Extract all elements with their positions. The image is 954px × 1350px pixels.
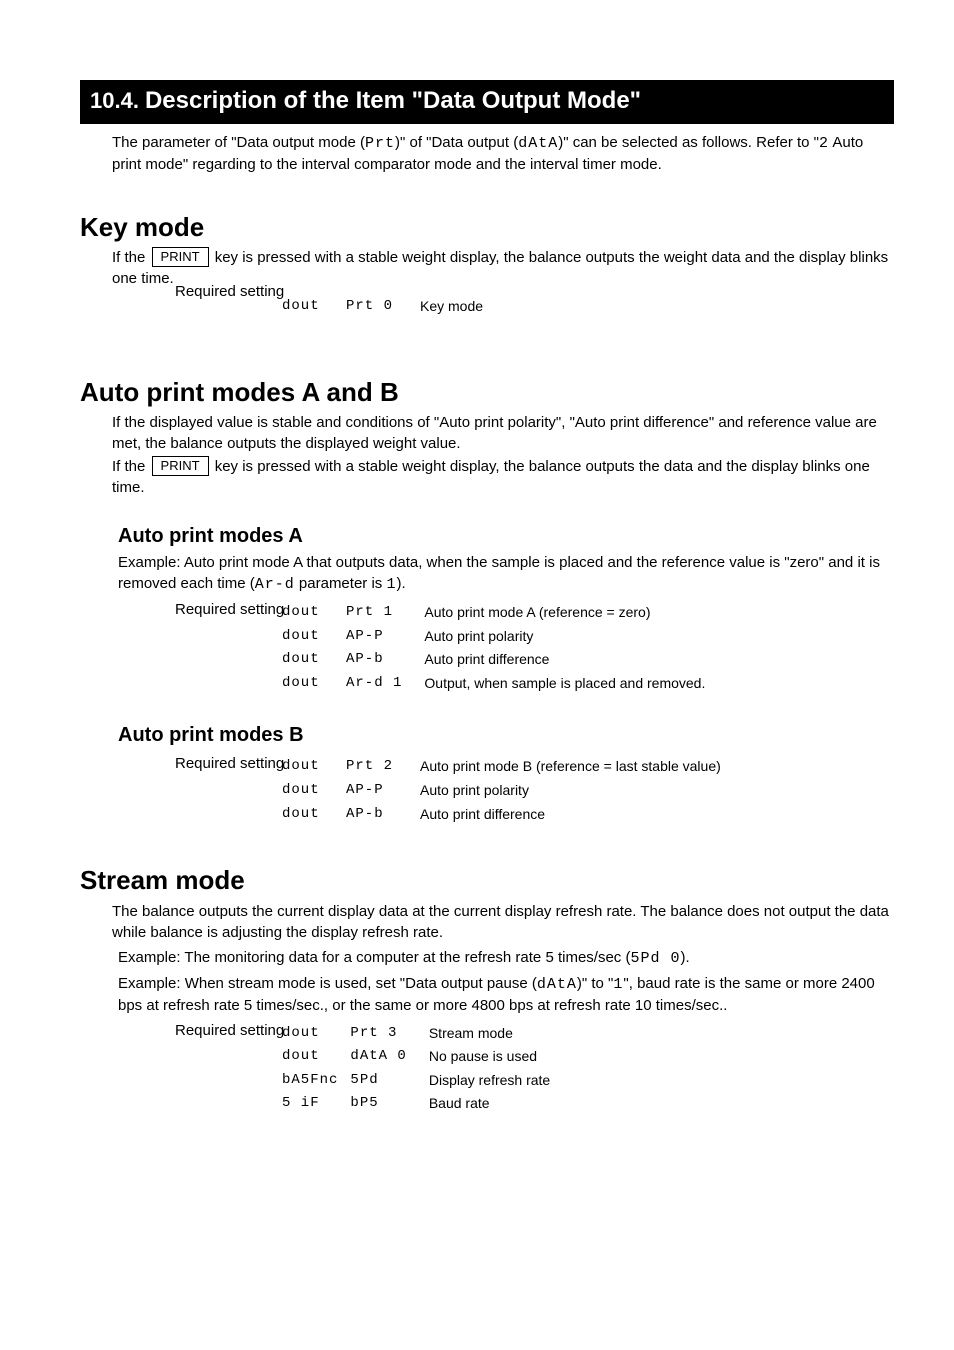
setting-desc: Auto print polarity: [414, 627, 715, 649]
table-row: doutPrt 2Auto print mode B (reference = …: [282, 757, 731, 779]
setting-val: Prt 1: [346, 603, 412, 625]
setting-desc: Key mode: [410, 297, 493, 319]
st-ex1-post: ).: [680, 949, 689, 966]
setting-key: dout: [282, 627, 344, 649]
setting-desc: Output, when sample is placed and remove…: [414, 674, 715, 696]
autoAB-line1: If the displayed value is stable and con…: [112, 412, 894, 454]
stream-line1: The balance outputs the current display …: [112, 901, 894, 943]
setting-desc: Baud rate: [419, 1094, 560, 1116]
intro-mid: )" can be selected as follows. Refer to …: [558, 134, 819, 151]
setting-val: dAtA 0: [350, 1047, 416, 1069]
autoA-settings: doutPrt 1Auto print mode A (reference = …: [280, 601, 717, 697]
setting-desc: Auto print mode A (reference = zero): [414, 603, 715, 625]
table-row: doutdAtA 0No pause is used: [282, 1047, 560, 1069]
setting-val: Ar-d 1: [346, 674, 412, 696]
table-row: doutAP-bAuto print difference: [282, 650, 715, 672]
autoA-example: Example: Auto print mode A that outputs …: [118, 552, 894, 595]
table-row: doutAr-d 1Output, when sample is placed …: [282, 674, 715, 696]
setting-val: AP-P: [346, 781, 408, 803]
aa-pre: Example: Auto print mode A that outputs …: [118, 554, 880, 592]
setting-key: dout: [282, 650, 344, 672]
km-pre: If the: [112, 249, 150, 266]
keymode-settings: dout Prt 0 Key mode: [280, 295, 495, 321]
section-title: Description of the Item "Data Output Mod…: [145, 84, 641, 118]
setting-key: dout: [282, 1047, 348, 1069]
aa-seg: Ar-d: [255, 576, 295, 593]
table-row: doutAP-PAuto print polarity: [282, 781, 731, 803]
st-ex2-seg2: 1: [613, 976, 623, 993]
intro-seg1: Prt: [365, 135, 395, 152]
aa-post: ).: [396, 575, 405, 592]
table-row: doutPrt 3Stream mode: [282, 1024, 560, 1046]
intro-text: The parameter of "Data output mode (Prt)…: [112, 132, 894, 175]
setting-val: AP-b: [346, 650, 412, 672]
setting-desc: Auto print polarity: [410, 781, 731, 803]
setting-val: AP-P: [346, 627, 412, 649]
heading-stream: Stream mode: [80, 862, 894, 898]
intro-seg3: 2: [819, 135, 829, 152]
st-ex1-pre: Example: The monitoring data for a compu…: [118, 949, 630, 966]
setting-val: Prt 3: [350, 1024, 416, 1046]
setting-desc: Auto print difference: [410, 805, 731, 827]
table-row: doutAP-bAuto print difference: [282, 805, 731, 827]
setting-desc: Auto print mode B (reference = last stab…: [410, 757, 731, 779]
st-ex2-mid: )" to ": [577, 975, 614, 992]
st-ex2-pre: Example: When stream mode is used, set "…: [118, 975, 537, 992]
ab-pre: If the: [112, 458, 150, 475]
print-key-icon: PRINT: [152, 456, 209, 476]
setting-key: dout: [282, 674, 344, 696]
setting-val: AP-b: [346, 805, 408, 827]
heading-auto-b: Auto print modes B: [118, 721, 894, 749]
setting-desc: Stream mode: [419, 1024, 560, 1046]
autoB-settings: doutPrt 2Auto print mode B (reference = …: [280, 755, 733, 828]
stream-ex2: Example: When stream mode is used, set "…: [118, 973, 894, 1016]
heading-key-mode: Key mode: [80, 209, 894, 245]
heading-auto-ab: Auto print modes A and B: [80, 374, 894, 410]
intro-seg2: dAtA: [518, 135, 558, 152]
setting-val: Prt 2: [346, 757, 408, 779]
setting-val: 5Pd: [350, 1071, 416, 1093]
table-row: 5 iFbP5Baud rate: [282, 1094, 560, 1116]
setting-key: dout: [282, 1024, 348, 1046]
setting-desc: Auto print difference: [414, 650, 715, 672]
setting-key: bA5Fnc: [282, 1071, 348, 1093]
setting-key: dout: [282, 805, 344, 827]
setting-desc: No pause is used: [419, 1047, 560, 1069]
ab-post: key is pressed with a stable weight disp…: [112, 458, 870, 496]
table-row: doutAP-PAuto print polarity: [282, 627, 715, 649]
stream-settings: doutPrt 3Stream mode doutdAtA 0No pause …: [280, 1022, 562, 1118]
setting-val: bP5: [350, 1094, 416, 1116]
table-row: dout Prt 0 Key mode: [282, 297, 493, 319]
st-ex1-seg: 5Pd 0: [630, 950, 680, 967]
setting-key: 5 iF: [282, 1094, 348, 1116]
aa-mid: parameter is: [295, 575, 387, 592]
setting-key: dout: [282, 757, 344, 779]
intro-post1: )" of "Data output (: [395, 134, 518, 151]
print-key-icon: PRINT: [152, 247, 209, 267]
section-header: 10.4. Description of the Item "Data Outp…: [80, 80, 894, 124]
table-row: bA5Fnc5PdDisplay refresh rate: [282, 1071, 560, 1093]
setting-key: dout: [282, 603, 344, 625]
setting-key: dout: [282, 781, 344, 803]
heading-auto-a: Auto print modes A: [118, 522, 894, 550]
setting-desc: Display refresh rate: [419, 1071, 560, 1093]
keymode-req: Required setting: [175, 281, 894, 302]
section-number: 10.4.: [90, 86, 139, 117]
st-ex2-seg1: dAtA: [537, 976, 577, 993]
autoAB-line2: If the PRINT key is pressed with a stabl…: [112, 456, 894, 498]
intro-pre: The parameter of "Data output mode (: [112, 134, 365, 151]
table-row: doutPrt 1Auto print mode A (reference = …: [282, 603, 715, 625]
aa-seg2: 1: [386, 576, 396, 593]
stream-ex1: Example: The monitoring data for a compu…: [118, 947, 894, 969]
